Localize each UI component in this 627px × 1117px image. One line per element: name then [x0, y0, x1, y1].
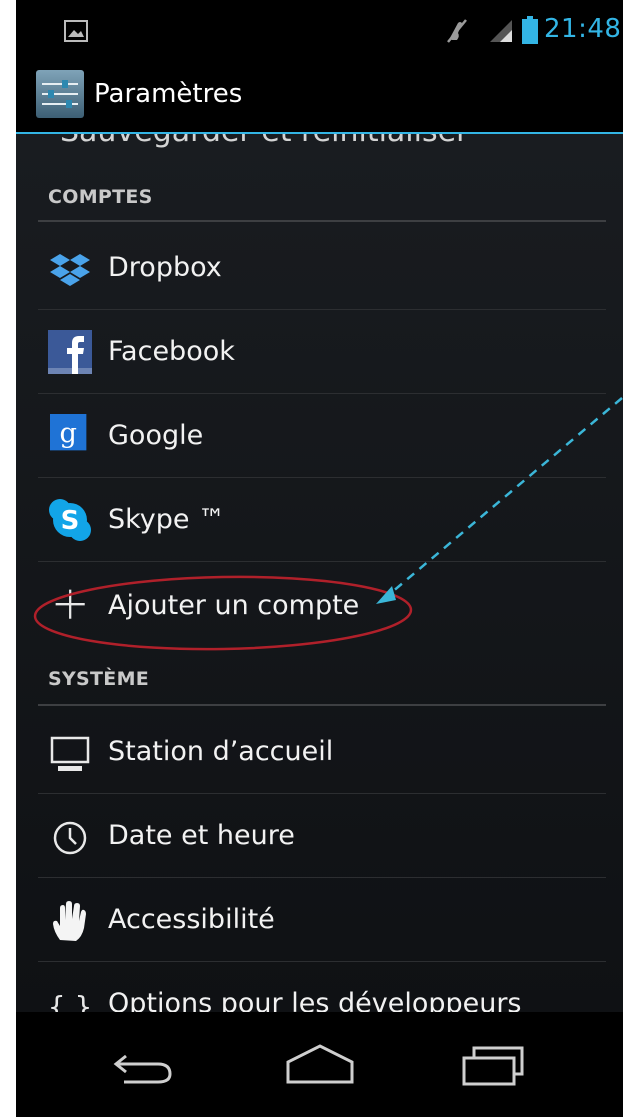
section-divider	[38, 220, 606, 222]
home-icon[interactable]	[284, 1042, 356, 1086]
skype-icon: S	[49, 499, 91, 541]
list-item-developer-options[interactable]: { } Options pour les développeurs	[16, 962, 623, 1012]
list-item-google[interactable]: g Google	[16, 394, 623, 478]
battery-icon	[522, 16, 538, 44]
svg-text:g: g	[59, 418, 76, 449]
svg-text:S: S	[61, 506, 80, 536]
facebook-icon	[48, 330, 92, 374]
mute-icon	[447, 19, 467, 43]
list-item-station-accueil[interactable]: Station d’accueil	[16, 710, 623, 794]
section-divider	[38, 704, 606, 706]
clock-icon	[53, 821, 87, 855]
signal-icon	[490, 20, 512, 42]
list-item-dropbox[interactable]: Dropbox	[16, 226, 623, 310]
gallery-icon	[64, 20, 88, 42]
google-icon: g	[50, 414, 87, 451]
settings-list[interactable]: Sauvegarder et réinitialiser COMPTES Dro…	[16, 134, 623, 1012]
monitor-icon	[50, 736, 90, 771]
list-item-label: Options pour les développeurs	[108, 988, 522, 1012]
plus-icon	[55, 589, 85, 619]
list-item-label: Google	[108, 420, 204, 451]
list-item-facebook[interactable]: Facebook	[16, 310, 623, 394]
clock-time: 21:48	[544, 14, 622, 44]
add-account-button[interactable]: Ajouter un compte	[16, 562, 623, 648]
svg-text:{ }: { }	[48, 990, 92, 1012]
recent-apps-icon[interactable]	[460, 1042, 526, 1086]
list-item-accessibilite[interactable]: Accessibilité	[16, 878, 623, 962]
page-title: Paramètres	[94, 79, 243, 109]
list-item-label: Station d’accueil	[108, 736, 334, 767]
phone-screen: 21:48 Paramètres Sauvegarder et réinitia…	[16, 0, 623, 1117]
partial-list-item[interactable]: Sauvegarder et réinitialiser	[60, 134, 468, 149]
navigation-bar	[16, 1012, 623, 1117]
list-item-label: Facebook	[108, 336, 235, 367]
list-item-skype[interactable]: S Skype ™	[16, 478, 623, 562]
list-item-label: Dropbox	[108, 252, 222, 283]
list-item-label: Ajouter un compte	[108, 590, 360, 621]
list-item-label: Accessibilité	[108, 904, 275, 935]
list-item-date-heure[interactable]: Date et heure	[16, 794, 623, 878]
list-item-label: Date et heure	[108, 820, 295, 851]
section-header-systeme: SYSTÈME	[48, 668, 150, 690]
back-icon[interactable]	[112, 1046, 176, 1086]
dropbox-icon	[50, 254, 90, 286]
braces-icon: { }	[48, 990, 92, 1012]
section-header-comptes: COMPTES	[48, 186, 153, 208]
action-bar: Paramètres	[16, 56, 623, 134]
list-item-label: Skype ™	[108, 504, 226, 535]
hand-icon	[53, 901, 86, 941]
status-bar: 21:48	[16, 0, 623, 56]
settings-icon[interactable]	[32, 66, 88, 122]
